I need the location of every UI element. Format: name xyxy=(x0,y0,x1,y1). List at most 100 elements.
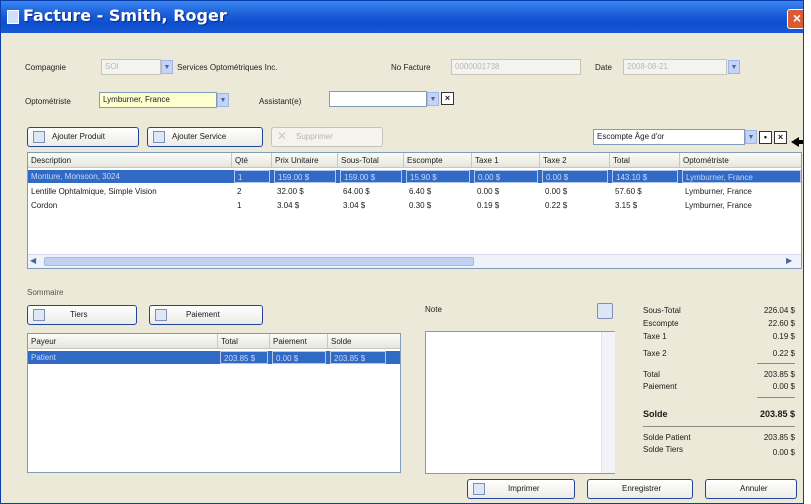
table-cell: Patient xyxy=(31,353,56,362)
table-cell: 1 xyxy=(234,170,270,183)
total-value: 203.85 $ xyxy=(763,370,795,379)
note-textarea[interactable] xyxy=(425,331,615,474)
table-cell: 3.15 $ xyxy=(615,201,638,210)
discount-dropdown-icon[interactable]: ▼ xyxy=(745,130,757,144)
divider xyxy=(757,397,795,398)
service-icon xyxy=(153,131,165,143)
discount-select[interactable]: Escompte Âge d'or xyxy=(593,129,745,145)
sous-total-label: Sous-Total xyxy=(643,306,681,315)
assistant-select[interactable] xyxy=(329,91,427,107)
table-cell: Lymburner, France xyxy=(682,170,801,183)
paiement-value: 0.00 $ xyxy=(772,382,795,391)
column-header[interactable]: Optométriste xyxy=(680,153,801,168)
table-cell: Lymburner, France xyxy=(685,187,752,196)
paiement-label: Paiement xyxy=(643,382,677,391)
table-cell: 0.00 $ xyxy=(272,351,326,364)
table-cell: 0.00 $ xyxy=(542,170,608,183)
table-cell: 143.10 $ xyxy=(612,170,678,183)
escompte-label: Escompte xyxy=(643,319,679,328)
table-cell: 57.60 $ xyxy=(615,187,642,196)
table-cell: Monture, Monsoon, 3024 xyxy=(31,172,120,181)
table-cell: 15.90 $ xyxy=(406,170,470,183)
table-cell: 0.22 $ xyxy=(545,201,568,210)
column-header[interactable]: Sous-Total xyxy=(338,153,404,168)
table-cell: 1 xyxy=(237,201,242,210)
save-button[interactable]: Enregistrer xyxy=(587,479,693,499)
optometriste-select[interactable]: Lymburner, France xyxy=(99,92,217,108)
tiers-button[interactable]: Tiers xyxy=(27,305,137,325)
scroll-left-icon[interactable]: ◀ xyxy=(30,256,42,267)
taxe1-value: 0.19 $ xyxy=(772,332,795,341)
total-label: Total xyxy=(643,370,660,379)
optometriste-dropdown-icon[interactable]: ▼ xyxy=(217,93,229,107)
divider xyxy=(643,426,795,427)
no-facture-label: No Facture xyxy=(391,63,431,72)
column-header[interactable]: Prix Unitaire xyxy=(272,153,338,168)
table-cell: 6.40 $ xyxy=(409,187,432,196)
invoice-window: Facture - Smith, Roger × Compagnie SOI ▼… xyxy=(0,0,804,504)
apply-discount-icon[interactable]: • xyxy=(759,131,772,144)
paiement-icon xyxy=(155,309,167,321)
product-icon xyxy=(33,131,45,143)
table-cell: 0.30 $ xyxy=(409,201,432,210)
table-cell: 3.04 $ xyxy=(277,201,300,210)
column-header[interactable]: Payeur xyxy=(28,334,218,349)
compagnie-dropdown-icon[interactable]: ▼ xyxy=(161,60,173,74)
tiers-icon xyxy=(33,309,45,321)
pointer-arrow-icon xyxy=(791,137,803,147)
taxe1-label: Taxe 1 xyxy=(643,332,667,341)
add-service-button[interactable]: Ajouter Service xyxy=(147,127,263,147)
close-button[interactable]: × xyxy=(787,9,803,29)
column-header[interactable]: Taxe 1 xyxy=(472,153,540,168)
column-header[interactable]: Taxe 2 xyxy=(540,153,610,168)
paiement-button[interactable]: Paiement xyxy=(149,305,263,325)
column-header[interactable]: Paiement xyxy=(270,334,328,349)
print-button[interactable]: Imprimer xyxy=(467,479,575,499)
solde-patient-label: Solde Patient xyxy=(643,433,691,442)
column-header[interactable]: Solde xyxy=(328,334,400,349)
table-cell: 159.00 $ xyxy=(340,170,402,183)
column-header[interactable]: Total xyxy=(610,153,680,168)
clear-discount-icon[interactable]: × xyxy=(774,131,787,144)
add-product-button[interactable]: Ajouter Produit xyxy=(27,127,139,147)
column-header[interactable]: Escompte xyxy=(404,153,472,168)
solde-label: Solde xyxy=(643,409,668,419)
optometriste-label: Optométriste xyxy=(25,97,71,106)
compagnie-select[interactable]: SOI xyxy=(101,59,161,75)
taxe2-label: Taxe 2 xyxy=(643,349,667,358)
table-cell: Lentille Ophtalmique, Simple Vision xyxy=(31,187,157,196)
delete-icon: ✕ xyxy=(277,129,288,143)
escompte-value: 22.60 $ xyxy=(768,319,795,328)
note-edit-icon[interactable] xyxy=(597,303,613,319)
note-scrollbar[interactable] xyxy=(601,332,615,473)
divider xyxy=(757,363,795,364)
horizontal-scrollbar[interactable]: ◀ ▶ xyxy=(28,254,801,268)
table-cell: 3.04 $ xyxy=(343,201,366,210)
sommaire-label: Sommaire xyxy=(27,288,64,297)
sous-total-value: 226.04 $ xyxy=(763,306,795,315)
scrollbar-thumb[interactable] xyxy=(44,257,474,266)
no-facture-field[interactable]: 0000001738 xyxy=(451,59,581,75)
column-header[interactable]: Description xyxy=(28,153,232,168)
compagnie-name: Services Optométriques Inc. xyxy=(177,63,278,72)
assistant-dropdown-icon[interactable]: ▼ xyxy=(427,92,439,106)
solde-tiers-label: Solde Tiers xyxy=(643,445,684,454)
clear-assistant-icon[interactable]: × xyxy=(441,92,454,105)
payer-table: Payeur Total Paiement Solde Patient 203.… xyxy=(27,333,401,473)
solde-value: 203.85 $ xyxy=(759,409,795,419)
cancel-button[interactable]: Annuler xyxy=(705,479,797,499)
column-header[interactable]: Qté xyxy=(232,153,272,168)
date-field[interactable]: 2008-08-21 xyxy=(623,59,727,75)
table-cell: 2 xyxy=(237,187,242,196)
scroll-right-icon[interactable]: ▶ xyxy=(786,256,798,267)
table-cell: 203.85 $ xyxy=(220,351,268,364)
table-cell: 0.00 $ xyxy=(474,170,538,183)
table-cell: Lymburner, France xyxy=(685,201,752,210)
delete-button[interactable]: ✕ Supprimer xyxy=(271,127,383,147)
printer-icon xyxy=(473,483,485,495)
column-header[interactable]: Total xyxy=(218,334,270,349)
solde-tiers-value: 0.00 $ xyxy=(772,448,795,457)
table-cell: 0.00 $ xyxy=(477,187,500,196)
date-label: Date xyxy=(595,63,612,72)
date-dropdown-icon[interactable]: ▼ xyxy=(728,60,740,74)
